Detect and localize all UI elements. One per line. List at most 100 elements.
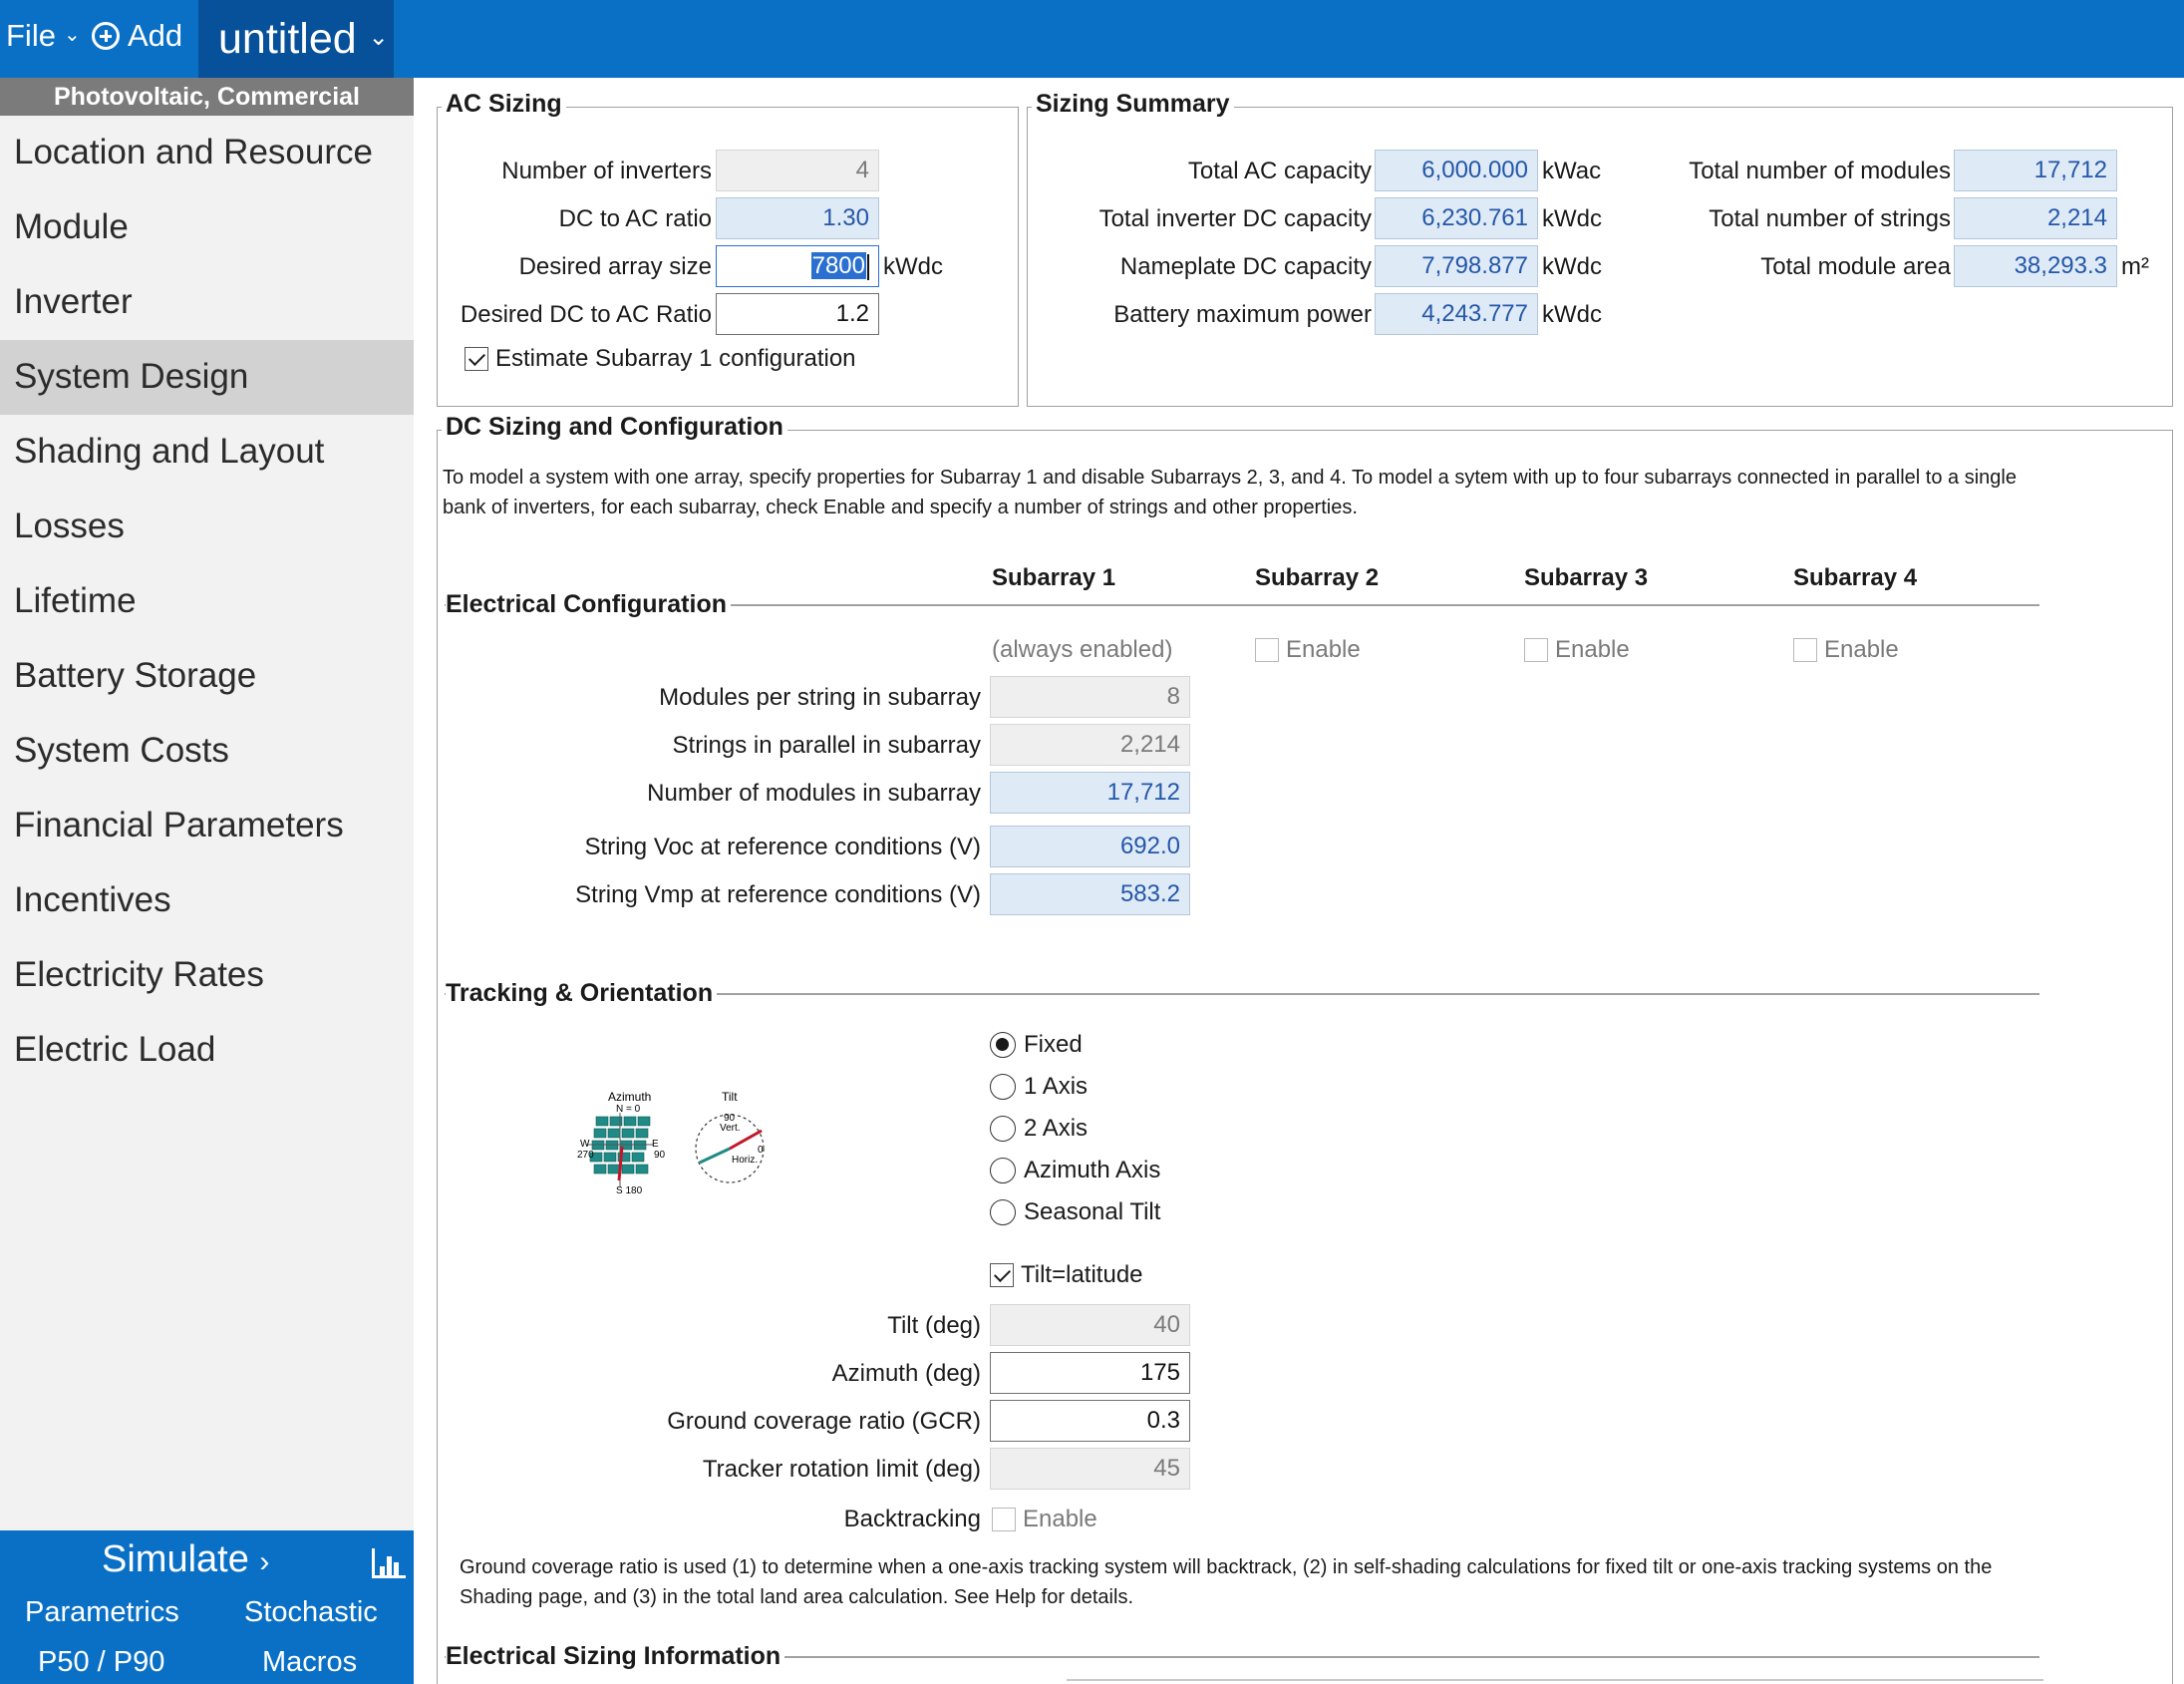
simulate-panel: Simulate › Parametrics Stochastic P50 / … (0, 1530, 414, 1684)
backtracking-checkbox[interactable]: Enable (992, 1506, 1097, 1533)
sidebar-item-incentives[interactable]: Incentives (0, 863, 414, 938)
tracking-option-1-axis[interactable]: 1 Axis (990, 1073, 1088, 1101)
backtracking-label: Backtracking (843, 1506, 981, 1532)
sizing-info-frame (1067, 1679, 2043, 1681)
desired-array-size-unit: kWdc (883, 253, 943, 280)
subarray-4-enable-checkbox[interactable]: Enable (1793, 636, 1899, 664)
battery-max-power-label: Battery maximum power (1113, 301, 1372, 328)
sidebar-nav: Location and Resource Module Inverter Syste… (0, 116, 414, 1088)
east-90-text: 90 (654, 1150, 666, 1161)
radio-button-icon (990, 1032, 1016, 1058)
sidebar-item-shading-and-layout[interactable]: Shading and Layout (0, 415, 414, 490)
west-text: W (580, 1139, 590, 1150)
checkbox-icon (1255, 638, 1279, 662)
sidebar-item-system-costs[interactable]: System Costs (0, 714, 414, 789)
sidebar-item-inverter[interactable]: Inverter (0, 265, 414, 340)
sidebar-item-losses[interactable]: Losses (0, 490, 414, 564)
macros-link[interactable]: Macros (262, 1646, 357, 1679)
dc-sizing-title: DC Sizing and Configuration (442, 413, 787, 442)
tracking-option-2-axis[interactable]: 2 Axis (990, 1115, 1088, 1143)
string-voc-field: 692.0 (990, 826, 1190, 867)
sidebar-item-lifetime[interactable]: Lifetime (0, 564, 414, 639)
tilt-text: Tilt (722, 1090, 738, 1104)
string-voc-label: String Voc at reference conditions (V) (584, 834, 981, 860)
south-text: S 180 (616, 1185, 643, 1196)
subarray-2-enable-label: Enable (1286, 636, 1361, 663)
tilt-latitude-checkbox[interactable]: Tilt=latitude (990, 1261, 1143, 1289)
subarray-1-header: Subarray 1 (992, 564, 1116, 591)
tracking-option-azimuth-axis[interactable]: Azimuth Axis (990, 1157, 1160, 1184)
file-menu[interactable]: File ⌄ (6, 18, 81, 54)
estimate-subarray-checkbox[interactable]: Estimate Subarray 1 configuration (465, 345, 856, 373)
num-inverters-label: Number of inverters (501, 158, 712, 184)
stochastic-link[interactable]: Stochastic (244, 1596, 378, 1629)
subarray-2-enable-checkbox[interactable]: Enable (1255, 636, 1361, 664)
electrical-config-title: Electrical Configuration (446, 590, 731, 619)
sidebar-item-battery-storage[interactable]: Battery Storage (0, 639, 414, 714)
tracking-option-fixed[interactable]: Fixed (990, 1031, 1083, 1059)
tilt-latitude-label: Tilt=latitude (1021, 1261, 1143, 1288)
nameplate-dc-field: 7,798.877 (1375, 245, 1538, 287)
dc-sizing-description: To model a system with one array, specif… (443, 467, 2017, 518)
parametrics-link[interactable]: Parametrics (25, 1596, 179, 1629)
total-inverter-dc-label: Total inverter DC capacity (1098, 205, 1372, 232)
total-inverter-dc-unit: kWdc (1542, 205, 1602, 232)
gcr-label: Ground coverage ratio (GCR) (667, 1408, 981, 1435)
checkbox-checked-icon (465, 347, 488, 371)
electrical-sizing-title: Electrical Sizing Information (446, 1642, 785, 1671)
sidebar-item-electric-load[interactable]: Electric Load (0, 1013, 414, 1088)
sidebar-item-electricity-rates[interactable]: Electricity Rates (0, 938, 414, 1013)
total-modules-field: 17,712 (1954, 150, 2117, 191)
total-ac-capacity-label: Total AC capacity (1187, 158, 1372, 184)
radio-button-icon (990, 1116, 1016, 1142)
sidebar-item-module[interactable]: Module (0, 190, 414, 265)
dc-ac-ratio-field: 1.30 (716, 197, 879, 239)
sidebar-item-financial-parameters[interactable]: Financial Parameters (0, 789, 414, 863)
radio-button-icon (990, 1199, 1016, 1225)
simulate-label: Simulate (102, 1538, 249, 1580)
azimuth-diagram: Azimuth N = 0 W 270 E 90 S 180 (577, 1090, 666, 1196)
subarray-3-header: Subarray 3 (1524, 564, 1649, 591)
gcr-input[interactable]: 0.3 (990, 1400, 1190, 1442)
desired-array-size-input[interactable]: 7800 (716, 245, 879, 287)
checkbox-icon (992, 1508, 1016, 1531)
subarray-3-enable-checkbox[interactable]: Enable (1524, 636, 1630, 664)
add-button[interactable]: Add (92, 18, 182, 54)
simulate-button[interactable]: Simulate › (102, 1538, 269, 1581)
subarray-3-enable-label: Enable (1555, 636, 1630, 663)
horiz-text: Horiz. (732, 1155, 758, 1166)
tracking-option-label: Azimuth Axis (1024, 1157, 1161, 1183)
num-inverters-field: 4 (716, 150, 879, 191)
west-270-text: 270 (577, 1150, 594, 1161)
battery-max-power-unit: kWdc (1542, 301, 1602, 328)
tilt-label: Tilt (deg) (887, 1312, 981, 1339)
tilt-0-text: 0 (758, 1145, 764, 1156)
estimate-subarray-label: Estimate Subarray 1 configuration (495, 345, 856, 372)
desired-dc-ac-ratio-input[interactable]: 1.2 (716, 293, 879, 335)
tracking-option-seasonal-tilt[interactable]: Seasonal Tilt (990, 1198, 1160, 1226)
strings-parallel-field: 2,214 (990, 724, 1190, 766)
nameplate-dc-label: Nameplate DC capacity (1119, 253, 1372, 280)
orientation-diagram: Azimuth N = 0 W 270 E 90 S 180 Tilt 90 V… (577, 1090, 765, 1196)
rotation-limit-field: 45 (990, 1448, 1190, 1490)
backtracking-enable-label: Enable (1023, 1506, 1097, 1532)
sidebar-item-system-design[interactable]: System Design (0, 340, 414, 415)
rotation-limit-label: Tracker rotation limit (deg) (702, 1456, 981, 1483)
project-name: untitled (218, 14, 357, 63)
text-caret (867, 253, 869, 280)
east-text: E (652, 1139, 659, 1150)
battery-max-power-field: 4,243.777 (1375, 293, 1538, 335)
p50-p90-link[interactable]: P50 / P90 (38, 1646, 164, 1679)
results-chart-icon[interactable] (372, 1548, 406, 1578)
sidebar-item-location-and-resource[interactable]: Location and Resource (0, 116, 414, 190)
subarray-2-header: Subarray 2 (1255, 564, 1380, 591)
project-tab[interactable]: untitled ⌄ (198, 0, 394, 78)
chevron-down-icon: ⌄ (63, 23, 81, 46)
total-strings-label: Total number of strings (1709, 205, 1951, 232)
radio-button-icon (990, 1158, 1016, 1183)
radio-button-icon (990, 1074, 1016, 1100)
total-module-area-unit: m² (2121, 253, 2149, 280)
string-vmp-field: 583.2 (990, 873, 1190, 915)
azimuth-input[interactable]: 175 (990, 1352, 1190, 1394)
tracking-orientation-title: Tracking & Orientation (446, 979, 718, 1008)
